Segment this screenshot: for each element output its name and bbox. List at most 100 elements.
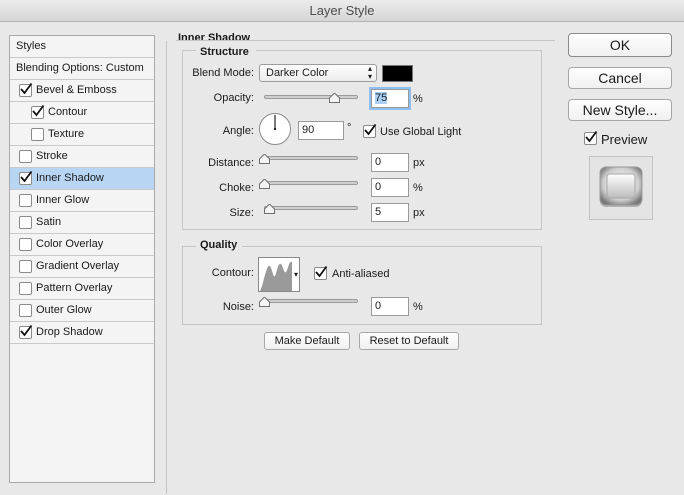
style-item-label: Satin (36, 216, 62, 228)
style-item-gradient-overlay[interactable]: Gradient Overlay (10, 256, 154, 278)
cancel-button[interactable]: Cancel (568, 67, 672, 89)
style-item-checkbox[interactable] (19, 216, 32, 229)
shadow-color-swatch[interactable] (382, 65, 413, 82)
angle-label: Angle: (222, 125, 254, 137)
opacity-input[interactable]: 75 (371, 89, 409, 108)
anti-aliased-label: Anti-aliased (332, 268, 390, 280)
style-item-texture[interactable]: Texture (10, 124, 154, 146)
style-item-label: Inner Shadow (36, 172, 104, 184)
new-style-button[interactable]: New Style... (568, 99, 672, 121)
distance-label: Distance: (208, 157, 254, 169)
preview-label: Preview (601, 132, 648, 147)
style-item-stroke[interactable]: Stroke (10, 146, 154, 168)
styles-header[interactable]: Styles (10, 36, 154, 58)
style-item-label: Inner Glow (36, 194, 90, 206)
style-item-outer-glow[interactable]: Outer Glow (10, 300, 154, 322)
style-item-bevel-and-emboss[interactable]: Bevel & Emboss (10, 80, 154, 102)
style-item-checkbox[interactable] (19, 304, 32, 317)
style-item-checkbox[interactable] (19, 260, 32, 273)
distance-input[interactable]: 0 (371, 153, 409, 172)
choke-unit: % (413, 182, 423, 194)
size-input[interactable]: 5 (371, 203, 409, 222)
style-item-satin[interactable]: Satin (10, 212, 154, 234)
style-item-checkbox[interactable] (31, 104, 45, 119)
reset-to-default-button[interactable]: Reset to Default (359, 332, 459, 350)
style-item-checkbox[interactable] (19, 82, 33, 97)
size-value: 5 (375, 206, 382, 218)
opacity-slider-track[interactable] (264, 95, 358, 99)
size-unit: px (413, 207, 425, 219)
style-item-checkbox[interactable] (19, 150, 32, 163)
angle-dial[interactable] (258, 112, 292, 146)
style-item-inner-glow[interactable]: Inner Glow (10, 190, 154, 212)
choke-slider-track[interactable] (264, 181, 358, 185)
distance-value: 0 (375, 156, 382, 168)
size-slider-thumb[interactable] (264, 204, 275, 214)
style-item-pattern-overlay[interactable]: Pattern Overlay (10, 278, 154, 300)
angle-input[interactable]: 90 (298, 121, 344, 140)
noise-unit: % (413, 301, 423, 313)
style-item-inner-shadow[interactable]: Inner Shadow (10, 168, 154, 190)
make-default-button[interactable]: Make Default (264, 332, 350, 350)
contour-curve-icon (260, 261, 292, 291)
blend-mode-label: Blend Mode: (192, 67, 254, 79)
style-item-label: Pattern Overlay (36, 282, 113, 294)
window-title: Layer Style (309, 3, 375, 18)
anti-aliased-checkbox[interactable] (314, 265, 328, 280)
select-arrows-icon: ▴ ▾ (367, 64, 372, 81)
angle-value: 90 (302, 124, 315, 136)
style-item-checkbox[interactable] (19, 170, 33, 185)
opacity-label: Opacity: (213, 92, 254, 104)
style-item-checkbox[interactable] (31, 128, 44, 141)
style-item-checkbox[interactable] (19, 194, 32, 207)
style-item-checkbox[interactable] (19, 324, 33, 339)
noise-slider-track[interactable] (264, 299, 358, 303)
styles-header-label: Styles (16, 40, 46, 52)
styles-list: Styles Blending Options: Custom Bevel & … (9, 35, 155, 483)
preview-checkbox[interactable] (584, 130, 598, 145)
blend-mode-value: Darker Color (266, 67, 329, 79)
size-label: Size: (229, 207, 254, 219)
size-slider-track[interactable] (264, 206, 358, 210)
noise-input[interactable]: 0 (371, 297, 409, 316)
choke-label: Choke: (219, 182, 254, 194)
blend-mode-select[interactable]: Darker Color ▴ ▾ (259, 64, 377, 82)
contour-picker[interactable]: ▾ (258, 257, 300, 292)
contour-label: Contour: (211, 267, 254, 279)
style-preview (589, 156, 653, 220)
style-item-drop-shadow[interactable]: Drop Shadow (10, 322, 154, 344)
preview-thumbnail-icon (599, 166, 643, 207)
choke-slider-thumb[interactable] (259, 179, 270, 189)
contour-dropdown-icon[interactable]: ▾ (294, 270, 298, 279)
style-item-label: Stroke (36, 150, 68, 162)
dialog-body: Styles Blending Options: Custom Bevel & … (0, 22, 684, 495)
style-item-label: Contour (48, 106, 88, 118)
noise-slider-thumb[interactable] (259, 297, 270, 307)
distance-slider-track[interactable] (264, 156, 358, 160)
style-item-color-overlay[interactable]: Color Overlay (10, 234, 154, 256)
noise-value: 0 (375, 300, 382, 312)
choke-value: 0 (375, 181, 382, 193)
use-global-light-checkbox[interactable] (363, 123, 377, 138)
quality-group (182, 246, 542, 325)
style-item-checkbox[interactable] (19, 282, 32, 295)
style-item-label: Bevel & Emboss (36, 84, 117, 96)
style-item-label: Color Overlay (36, 238, 104, 250)
distance-slider-thumb[interactable] (259, 154, 270, 164)
style-item-label: Drop Shadow (36, 326, 103, 338)
blending-options-item[interactable]: Blending Options: Custom (10, 58, 154, 80)
opacity-slider-thumb[interactable] (329, 93, 340, 103)
style-item-contour[interactable]: Contour (10, 102, 154, 124)
noise-label: Noise: (222, 301, 254, 313)
ok-button[interactable]: OK (568, 33, 672, 57)
window-title-bar: Layer Style (0, 0, 684, 22)
use-global-light-label: Use Global Light (380, 126, 462, 138)
blending-options-label: Blending Options: Custom (16, 62, 144, 74)
choke-input[interactable]: 0 (371, 178, 409, 197)
opacity-unit: % (413, 93, 423, 105)
distance-unit: px (413, 157, 425, 169)
angle-unit: ° (347, 122, 352, 134)
quality-title: Quality (200, 239, 238, 251)
structure-title: Structure (200, 46, 249, 58)
style-item-checkbox[interactable] (19, 238, 32, 251)
